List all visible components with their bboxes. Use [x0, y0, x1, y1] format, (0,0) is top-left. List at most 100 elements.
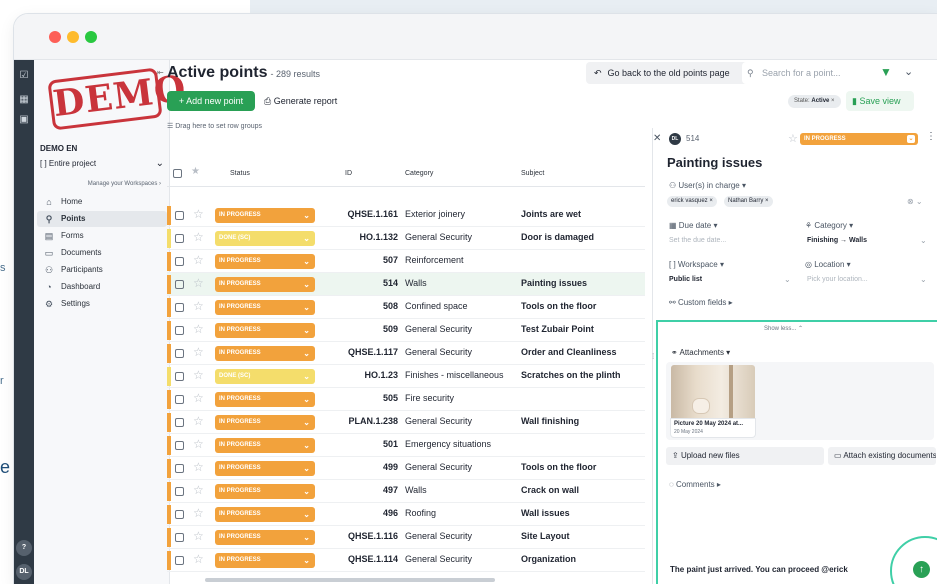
close-icon[interactable]: ✕ [653, 133, 661, 144]
horizontal-scrollbar[interactable] [205, 578, 495, 582]
sidebar-item-dashboard[interactable]: ◔ Dashboard [37, 279, 167, 295]
status-dropdown[interactable]: IN PROGRESS ⌄ [215, 277, 315, 292]
project-selector[interactable]: [ ] Entire project ⌄ [40, 158, 166, 173]
star-icon[interactable]: ☆ [193, 207, 204, 221]
row-checkbox[interactable] [175, 464, 184, 473]
table-row[interactable]: ☆ IN PROGRESS ⌄ 501 Emergency situations [167, 434, 645, 457]
star-icon[interactable]: ☆ [193, 483, 204, 497]
star-icon[interactable]: ☆ [193, 552, 204, 566]
attachment-thumbnail[interactable] [671, 365, 755, 419]
row-checkbox[interactable] [175, 395, 184, 404]
manage-workspaces-link[interactable]: Manage your Workspaces › [88, 181, 161, 187]
row-checkbox[interactable] [175, 372, 184, 381]
sidebar-item-settings[interactable]: ⚙ Settings [37, 296, 167, 312]
star-icon[interactable]: ☆ [788, 132, 798, 145]
table-row[interactable]: ☆ IN PROGRESS ⌄ QHSE.1.117 General Security O… [167, 342, 645, 365]
sidebar-item-forms[interactable]: ▤ Forms [37, 228, 167, 244]
comment-input[interactable]: The paint just arrived. You can proceed … [670, 565, 848, 574]
custom-fields-toggle[interactable]: ⚯ Custom fields ▸ [669, 298, 733, 307]
sidebar-item-points[interactable]: ⚲ Points [37, 211, 167, 227]
row-checkbox[interactable] [175, 418, 184, 427]
comments-toggle[interactable]: ◌ Comments ▸ [669, 480, 721, 489]
upload-files-button[interactable]: ⇪ Upload new files [666, 447, 824, 465]
row-checkbox[interactable] [175, 487, 184, 496]
table-row[interactable]: ☆ IN PROGRESS ⌄ 496 Roofing Wall issues [167, 503, 645, 526]
user-chip[interactable]: erick vasquez × [667, 196, 717, 207]
attachments-label[interactable]: ⚭ Attachments ▾ [671, 348, 730, 357]
status-dropdown[interactable]: IN PROGRESS ⌄ [215, 415, 315, 430]
due-date-input[interactable]: Set the due date... [669, 237, 726, 244]
due-date-label[interactable]: ▦ Due date ▾ [669, 221, 718, 230]
sidebar-item-home[interactable]: ⌂ Home [37, 194, 167, 210]
user-chip[interactable]: Nathan Barry × [724, 196, 773, 207]
column-subject[interactable]: Subject [521, 170, 544, 177]
row-group-drop-zone[interactable]: ☰ Drag here to set row groups [167, 120, 645, 134]
save-view-button[interactable]: ▮ Save view [846, 91, 914, 111]
row-checkbox[interactable] [175, 280, 184, 289]
status-dropdown[interactable]: DONE (SC) ⌄ [215, 231, 315, 246]
star-icon[interactable]: ☆ [193, 529, 204, 543]
collapse-sidebar-icon[interactable]: ⇤ [157, 68, 164, 77]
category-value[interactable]: Finishing → Walls [807, 237, 867, 244]
status-dropdown[interactable]: IN PROGRESS ⌄ [215, 530, 315, 545]
state-filter-chip[interactable]: State: Active × [788, 95, 841, 108]
column-id[interactable]: ID [345, 170, 352, 177]
attach-documents-button[interactable]: ▭ Attach existing documents [828, 447, 936, 465]
help-icon[interactable]: ? [16, 540, 32, 556]
table-row[interactable]: ☆ IN PROGRESS ⌄ 499 General Security Tools on… [167, 457, 645, 480]
status-dropdown[interactable]: IN PROGRESS ⌄ [215, 323, 315, 338]
category-label[interactable]: ⚘ Category ▾ [805, 221, 853, 230]
star-icon[interactable]: ☆ [193, 345, 204, 359]
table-row[interactable]: ☆ IN PROGRESS ⌄ 514 Walls Painting issues [167, 273, 645, 296]
star-icon[interactable]: ☆ [193, 460, 204, 474]
row-checkbox[interactable] [175, 510, 184, 519]
status-dropdown[interactable]: IN PROGRESS ⌄ [215, 300, 315, 315]
star-icon[interactable]: ☆ [193, 253, 204, 267]
more-options-icon[interactable]: ⋮ [926, 131, 936, 142]
add-point-button[interactable]: + Add new point [167, 91, 255, 111]
status-dropdown[interactable]: IN PROGRESS ⌄ [800, 133, 918, 145]
table-row[interactable]: ☆ IN PROGRESS ⌄ 508 Confined space Tools on t… [167, 296, 645, 319]
row-checkbox[interactable] [175, 303, 184, 312]
star-icon[interactable]: ☆ [193, 414, 204, 428]
table-row[interactable]: ☆ DONE (SC) ⌄ HO.1.132 General Security Door … [167, 227, 645, 250]
row-checkbox[interactable] [175, 441, 184, 450]
checkbox-icon[interactable]: ☑ [18, 70, 30, 82]
status-dropdown[interactable]: IN PROGRESS ⌄ [215, 461, 315, 476]
status-dropdown[interactable]: IN PROGRESS ⌄ [215, 484, 315, 499]
star-icon[interactable]: ☆ [193, 368, 204, 382]
status-dropdown[interactable]: DONE (SC) ⌄ [215, 369, 315, 384]
users-in-charge-label[interactable]: ⚇ User(s) in charge ▾ [669, 181, 746, 190]
attachment-caption[interactable]: Picture 20 May 2024 at... 20 May 2024 [671, 419, 755, 437]
building-icon[interactable]: ▦ [18, 94, 30, 106]
chevron-down-icon[interactable]: ⌄ [920, 275, 927, 284]
status-dropdown[interactable]: IN PROGRESS ⌄ [215, 507, 315, 522]
chevron-down-icon[interactable]: ⌄ [784, 275, 791, 284]
table-row[interactable]: ☆ IN PROGRESS ⌄ QHSE.1.114 General Security O… [167, 549, 645, 572]
maximize-window-button[interactable] [85, 31, 97, 43]
star-icon[interactable]: ☆ [193, 230, 204, 244]
status-dropdown[interactable]: IN PROGRESS ⌄ [215, 346, 315, 361]
table-row[interactable]: ☆ DONE (SC) ⌄ HO.1.23 Finishes - miscellaneo… [167, 365, 645, 388]
table-row[interactable]: ☆ IN PROGRESS ⌄ QHSE.1.116 General Security S… [167, 526, 645, 549]
row-checkbox[interactable] [175, 257, 184, 266]
sidebar-item-documents[interactable]: ▭ Documents [37, 245, 167, 261]
status-dropdown[interactable]: IN PROGRESS ⌄ [215, 553, 315, 568]
table-row[interactable]: ☆ IN PROGRESS ⌄ 507 Reinforcement [167, 250, 645, 273]
status-dropdown[interactable]: IN PROGRESS ⌄ [215, 392, 315, 407]
show-less-toggle[interactable]: Show less... ⌃ [764, 325, 803, 332]
column-category[interactable]: Category [405, 170, 433, 177]
star-icon[interactable]: ☆ [193, 276, 204, 290]
workspace-value[interactable]: Public list [669, 276, 702, 283]
star-icon[interactable]: ☆ [193, 391, 204, 405]
row-checkbox[interactable] [175, 556, 184, 565]
star-icon[interactable]: ☆ [193, 299, 204, 313]
table-row[interactable]: ☆ IN PROGRESS ⌄ PLAN.1.238 General Security W… [167, 411, 645, 434]
close-window-button[interactable] [49, 31, 61, 43]
star-icon[interactable]: ☆ [193, 437, 204, 451]
clear-icon[interactable]: ⊗ ⌄ [907, 197, 923, 206]
status-dropdown[interactable]: IN PROGRESS ⌄ [215, 254, 315, 269]
row-checkbox[interactable] [175, 234, 184, 243]
location-label[interactable]: ◎ Location ▾ [805, 260, 851, 269]
row-checkbox[interactable] [175, 533, 184, 542]
